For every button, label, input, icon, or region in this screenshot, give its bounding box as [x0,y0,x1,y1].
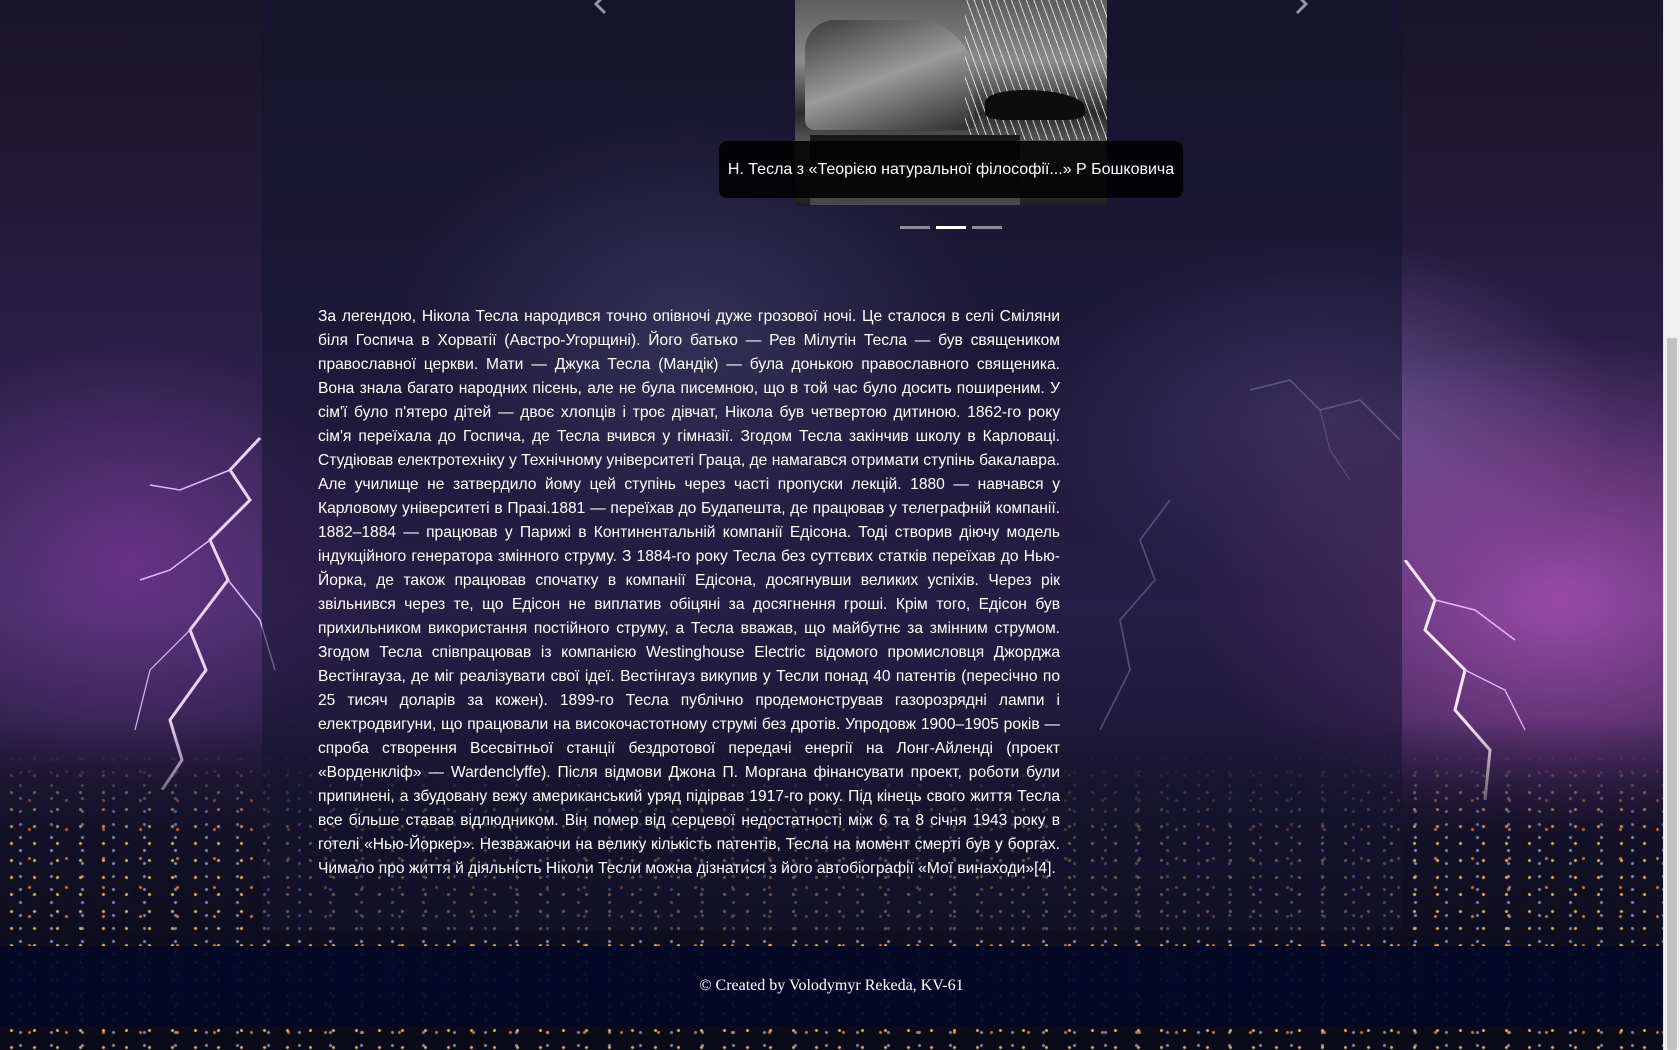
footer-copyright: © Created by Volodymyr Rekeda, KV-61 [699,977,964,994]
carousel-caption-text: Н. Тесла з «Теорією натуральної філософі… [727,160,1175,178]
biography-text: За легендою, Нікола Тесла народився точн… [318,308,1060,877]
carousel-indicator-2[interactable] [936,226,966,229]
photo-figure [805,20,975,130]
carousel-prev-button[interactable] [582,0,618,22]
carousel-indicator-1[interactable] [900,226,930,229]
carousel-indicators [900,226,1002,229]
carousel-next-button[interactable] [1284,0,1320,22]
carousel-caption: Н. Тесла з «Теорією натуральної філософі… [719,141,1183,198]
chevron-left-icon [593,0,607,15]
carousel-indicator-3[interactable] [972,226,1002,229]
scrollbar-thumb[interactable] [1667,338,1677,1050]
page-scrollbar[interactable] [1663,0,1680,1050]
footer: © Created by Volodymyr Rekeda, KV-61 [0,946,1663,1026]
chevron-right-icon [1295,0,1309,15]
